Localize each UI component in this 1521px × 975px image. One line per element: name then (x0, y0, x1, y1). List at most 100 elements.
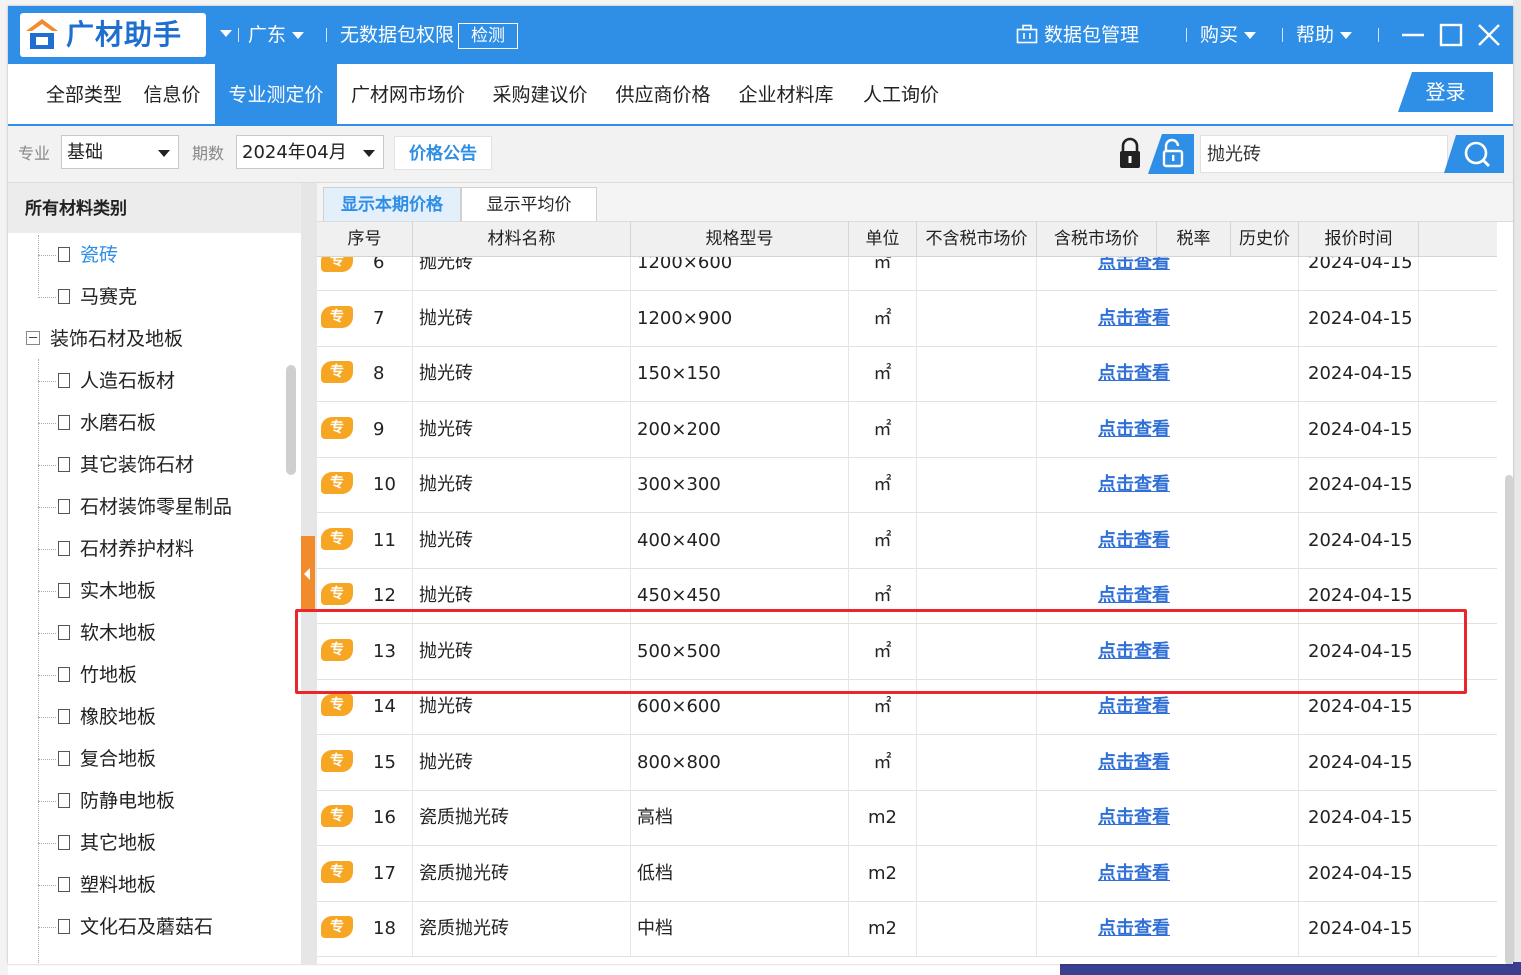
cell-price-link[interactable]: 点击查看 (1037, 679, 1231, 734)
cell-unit-text: ㎡ (873, 640, 892, 662)
tree-item-other-stone[interactable]: 其它装饰石材 (58, 452, 194, 478)
login-button[interactable]: 登录 (1398, 72, 1493, 112)
tree-item-cork[interactable]: 软木地板 (58, 620, 156, 646)
cell-price-link[interactable]: 点击查看 (1037, 901, 1231, 956)
tree-item-bamboo[interactable]: 竹地板 (58, 662, 137, 688)
cell-price-link-text[interactable]: 点击查看 (1098, 530, 1170, 551)
table-scrollbar[interactable] (1505, 475, 1513, 964)
price-notice-button[interactable]: 价格公告 (394, 136, 492, 170)
tree-item-artificial-stone[interactable]: 人造石板材 (58, 368, 175, 394)
cell-price-link-text[interactable]: 点击查看 (1098, 363, 1170, 384)
tree-item-antistatic[interactable]: 防静电地板 (58, 788, 175, 814)
tree-item-culture-stone[interactable]: 文化石及蘑菇石 (58, 914, 213, 940)
search-button[interactable] (1444, 135, 1504, 173)
cell-price-link-text[interactable]: 点击查看 (1098, 474, 1170, 495)
column-header-name: 材料名称 (413, 222, 631, 256)
tab-info-price[interactable]: 信息价 (132, 64, 212, 124)
tree-item-stone-parts[interactable]: 石材装饰零星制品 (58, 494, 232, 520)
cell-unit-text: ㎡ (873, 307, 892, 329)
cell-spec-text: 1200×600 (637, 257, 733, 273)
tree-item-laminate[interactable]: 复合地板 (58, 746, 156, 772)
cell-price-ex-tax (917, 568, 1037, 623)
cell-price-link[interactable]: 点击查看 (1037, 257, 1231, 290)
region-select[interactable]: 广东 (248, 22, 305, 48)
tab-enterprise-library[interactable]: 企业材料库 (726, 64, 846, 124)
cell-history (1231, 734, 1299, 790)
collapse-icon[interactable] (26, 331, 40, 345)
table-row[interactable]: 专 10 抛光砖 300×300 ㎡ 点击查看 2024-04-15 (317, 457, 1497, 513)
period-select[interactable]: 2024年04月 (236, 135, 384, 169)
professional-badge: 专 (321, 416, 353, 439)
tree-item-label: 实木地板 (80, 580, 157, 602)
cell-price-link[interactable]: 点击查看 (1037, 846, 1231, 901)
detect-button[interactable]: 检测 (458, 23, 518, 49)
cell-price-link[interactable]: 点击查看 (1037, 457, 1231, 512)
cell-name-text: 抛光砖 (419, 363, 473, 384)
cell-price-link-text[interactable]: 点击查看 (1098, 419, 1170, 440)
tab-professional-price[interactable]: 专业测定价 (215, 64, 337, 124)
maximize-icon[interactable] (1436, 20, 1466, 50)
tree-item-ceramic-tile[interactable]: 瓷砖 (58, 242, 118, 268)
table-row[interactable]: 专 17 瓷质抛光砖 低档 m2 点击查看 2024-04-15 (317, 845, 1497, 902)
table-row[interactable]: 专 16 瓷质抛光砖 高档 m2 点击查看 2024-04-15 (317, 790, 1497, 846)
logo-menu-toggle[interactable] (214, 20, 232, 46)
cell-price-link[interactable]: 点击查看 (1037, 291, 1231, 346)
cell-price-link-text[interactable]: 点击查看 (1098, 641, 1170, 662)
cell-price-link[interactable]: 点击查看 (1037, 346, 1231, 401)
lock-icon[interactable] (1114, 136, 1146, 172)
major-select[interactable]: 基础 (61, 135, 179, 169)
cell-spec: 高档 (631, 790, 849, 845)
data-package-button[interactable]: 数据包管理 (1016, 22, 1139, 48)
table-row[interactable]: 专 14 抛光砖 600×600 ㎡ 点击查看 2024-04-15 (317, 679, 1497, 735)
tab-market-price[interactable]: 广材网市场价 (342, 64, 474, 124)
unlock-icon (1162, 138, 1184, 168)
cell-price-link[interactable]: 点击查看 (1037, 790, 1231, 845)
unlock-button[interactable] (1148, 134, 1194, 174)
cell-price-link-text[interactable]: 点击查看 (1098, 918, 1170, 939)
buy-menu[interactable]: 购买 (1200, 22, 1257, 48)
cell-price-link[interactable]: 点击查看 (1037, 402, 1231, 457)
search-input[interactable]: 抛光砖 (1200, 135, 1448, 173)
table-row[interactable]: 专 13 抛光砖 500×500 ㎡ 点击查看 2024-04-15 (317, 623, 1497, 680)
collapse-sidebar-handle[interactable] (301, 536, 315, 612)
help-menu[interactable]: 帮助 (1296, 22, 1353, 48)
tree-item-plastic[interactable]: 塑料地板 (58, 872, 156, 898)
tree-item-terrazzo[interactable]: 水磨石板 (58, 410, 156, 436)
tab-manual-inquiry[interactable]: 人工询价 (851, 64, 951, 124)
tree-item-solid-wood[interactable]: 实木地板 (58, 578, 156, 604)
table-row[interactable]: 专 9 抛光砖 200×200 ㎡ 点击查看 2024-04-15 (317, 401, 1497, 458)
tree-item-other-floor[interactable]: 其它地板 (58, 830, 156, 856)
table-row[interactable]: 专 12 抛光砖 450×450 ㎡ 点击查看 2024-04-15 (317, 568, 1497, 624)
tab-supplier-price[interactable]: 供应商价格 (605, 64, 721, 124)
table-row[interactable]: 专 7 抛光砖 1200×900 ㎡ 点击查看 2024-04-15 (317, 290, 1497, 347)
tab-all-types[interactable]: 全部类型 (24, 64, 144, 124)
cell-price-link-text[interactable]: 点击查看 (1098, 696, 1170, 717)
tab-purchase-suggestion[interactable]: 采购建议价 (480, 64, 600, 124)
cell-price-link[interactable]: 点击查看 (1037, 513, 1231, 568)
table-row[interactable]: 专 18 瓷质抛光砖 中档 m2 点击查看 2024-04-15 (317, 901, 1497, 957)
tab-current-price[interactable]: 显示本期价格 (323, 187, 461, 221)
table-row[interactable]: 专 6 抛光砖 1200×600 ㎡点击查看 2024-04-15 (317, 257, 1497, 291)
tree-item-stone-care[interactable]: 石材养护材料 (58, 536, 194, 562)
cell-price-link-text[interactable]: 点击查看 (1098, 308, 1170, 329)
cell-spec-text: 高档 (637, 807, 673, 828)
table-row[interactable]: 专 8 抛光砖 150×150 ㎡ 点击查看 2024-04-15 (317, 346, 1497, 402)
cell-price-link-text[interactable]: 点击查看 (1098, 752, 1170, 773)
tree-item-rubber[interactable]: 橡胶地板 (58, 704, 156, 730)
cell-price-link-text[interactable]: 点击查看 (1098, 863, 1170, 884)
cell-price-link-text[interactable]: 点击查看 (1098, 585, 1170, 606)
cell-price-link[interactable]: 点击查看 (1037, 735, 1231, 790)
cell-price-link-text[interactable]: 点击查看 (1098, 257, 1170, 273)
close-icon[interactable] (1474, 20, 1504, 50)
sidebar-scrollbar[interactable] (286, 365, 296, 475)
cell-price-link-text[interactable]: 点击查看 (1098, 807, 1170, 828)
table-row[interactable]: 专 11 抛光砖 400×400 ㎡ 点击查看 2024-04-15 (317, 512, 1497, 569)
tree-item-mosaic[interactable]: 马赛克 (58, 284, 137, 310)
tree-item-decorative-stone[interactable]: 装饰石材及地板 (26, 326, 183, 352)
cell-price-link[interactable]: 点击查看 (1037, 568, 1231, 623)
cell-price-link[interactable]: 点击查看 (1037, 624, 1231, 679)
minimize-icon[interactable] (1398, 20, 1428, 50)
cell-price-ex-tax (917, 257, 1037, 290)
table-row[interactable]: 专 15 抛光砖 800×800 ㎡ 点击查看 2024-04-15 (317, 734, 1497, 791)
tab-average-price[interactable]: 显示平均价 (461, 187, 597, 221)
